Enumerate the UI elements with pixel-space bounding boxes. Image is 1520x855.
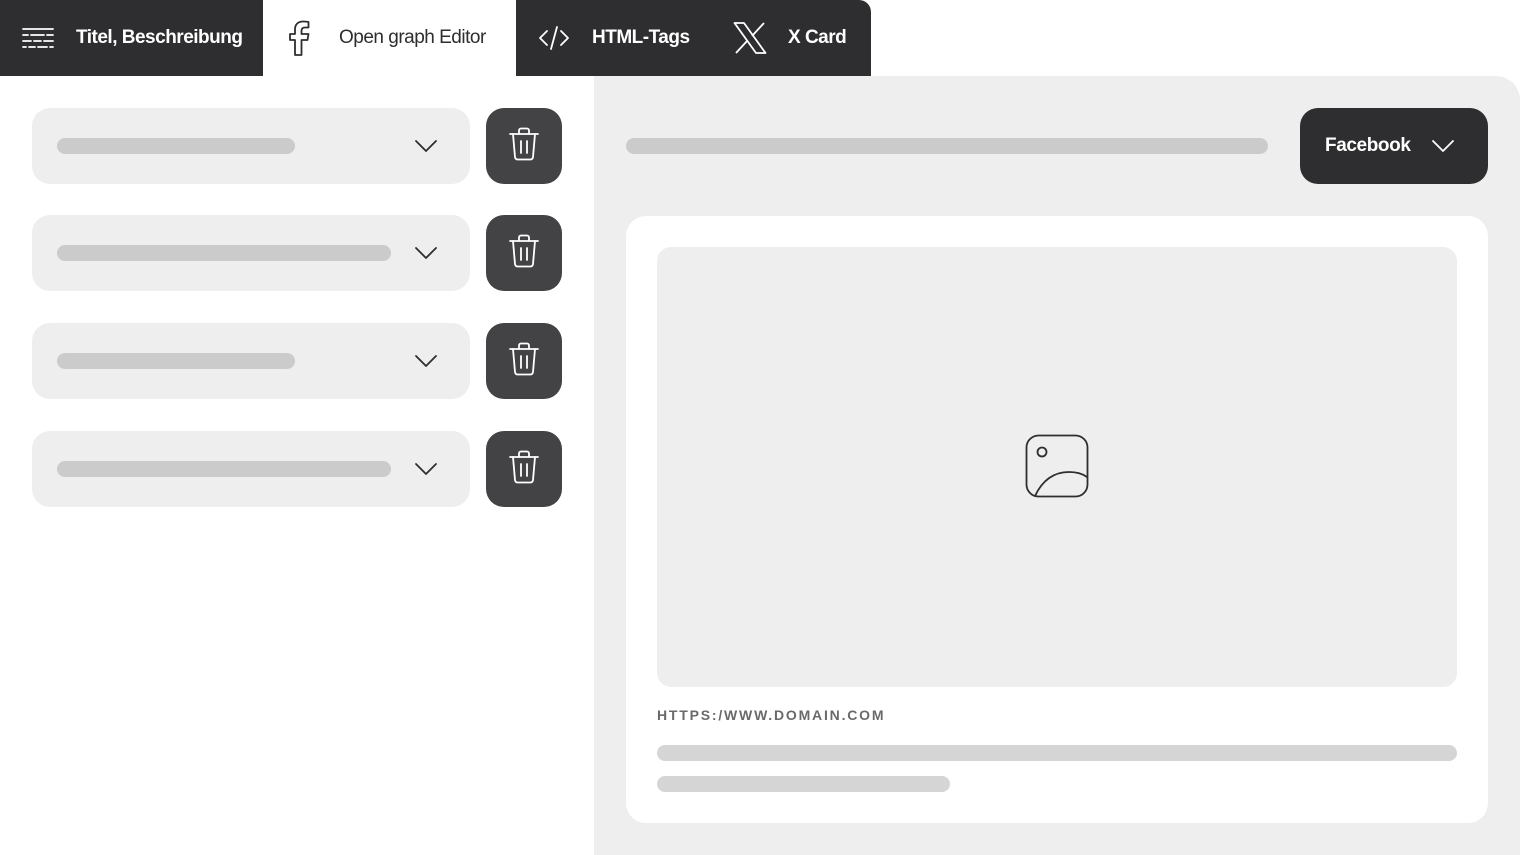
trash-icon — [508, 234, 540, 273]
preview-domain: HTTPS:/WWW.DOMAIN.COM — [657, 707, 886, 723]
field-select[interactable] — [32, 215, 470, 291]
tab-html-tags[interactable]: HTML-Tags — [516, 0, 716, 76]
skeleton-placeholder — [626, 138, 1268, 154]
chevron-down-icon — [1431, 134, 1455, 164]
delete-button[interactable] — [486, 108, 562, 184]
platform-label: Facebook — [1325, 135, 1411, 156]
tab-bar: Titel, Beschreibung Open graph Editor HT… — [0, 0, 871, 76]
facebook-icon — [287, 20, 315, 56]
skeleton-placeholder — [57, 461, 391, 477]
chevron-down-icon — [414, 349, 438, 373]
platform-dropdown[interactable]: Facebook — [1300, 108, 1488, 184]
trash-icon — [508, 450, 540, 489]
tab-label: X Card — [788, 27, 847, 48]
skeleton-placeholder — [57, 245, 391, 261]
skeleton-placeholder — [657, 776, 950, 792]
field-select[interactable] — [32, 431, 470, 507]
field-select[interactable] — [32, 323, 470, 399]
trash-icon — [508, 127, 540, 166]
chevron-down-icon — [414, 457, 438, 481]
chevron-down-icon — [414, 241, 438, 265]
skeleton-placeholder — [57, 138, 295, 154]
trash-icon — [508, 342, 540, 381]
delete-button[interactable] — [486, 323, 562, 399]
tab-label: Open graph Editor — [339, 27, 486, 48]
delete-button[interactable] — [486, 215, 562, 291]
image-icon — [1025, 434, 1089, 503]
tab-open-graph-editor[interactable]: Open graph Editor — [263, 0, 516, 76]
preview-panel: Facebook HTTPS:/WWW.DOMAIN.COM — [594, 76, 1520, 855]
og-preview-card: HTTPS:/WWW.DOMAIN.COM — [626, 216, 1488, 823]
chevron-down-icon — [414, 134, 438, 158]
image-placeholder[interactable] — [657, 247, 1457, 687]
tab-titel-beschreibung[interactable]: Titel, Beschreibung — [0, 0, 263, 76]
skeleton-placeholder — [657, 745, 1457, 761]
field-select[interactable] — [32, 108, 470, 184]
tab-x-card[interactable]: X Card — [716, 0, 871, 76]
code-icon — [538, 24, 570, 52]
skeleton-placeholder — [57, 353, 295, 369]
text-lines-icon — [22, 26, 54, 50]
tab-label: Titel, Beschreibung — [76, 27, 243, 48]
x-logo-icon — [733, 22, 767, 54]
tab-label: HTML-Tags — [592, 27, 690, 48]
tab-group-right: HTML-Tags X Card — [516, 0, 871, 76]
delete-button[interactable] — [486, 431, 562, 507]
